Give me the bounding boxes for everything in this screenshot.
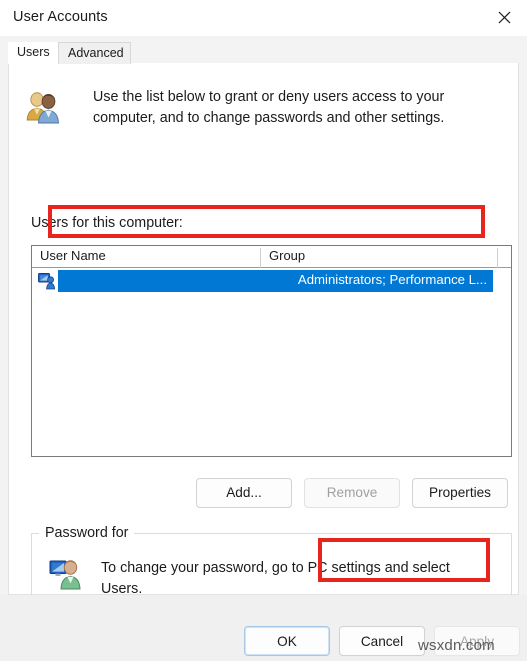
users-tab-panel: Use the list below to grant or deny user… bbox=[8, 63, 519, 645]
add-button-label: Add... bbox=[226, 485, 262, 501]
users-list-label: Users for this computer: bbox=[31, 215, 183, 231]
add-button[interactable]: Add... bbox=[196, 478, 292, 508]
tab-strip: Users Advanced bbox=[0, 36, 527, 64]
tab-users[interactable]: Users bbox=[8, 42, 58, 64]
tab-advanced[interactable]: Advanced bbox=[58, 42, 131, 64]
column-header-user-name[interactable]: User Name bbox=[32, 248, 260, 268]
users-list[interactable]: User Name Group Administrators; Performa… bbox=[31, 245, 512, 457]
column-header-group[interactable]: Group bbox=[260, 248, 497, 268]
tab-advanced-label: Advanced bbox=[68, 46, 124, 60]
properties-button[interactable]: Properties bbox=[412, 478, 508, 508]
users-group-icon bbox=[24, 90, 64, 126]
table-row[interactable]: Administrators; Performance L... bbox=[32, 269, 511, 293]
page-title: User Accounts bbox=[13, 9, 108, 25]
close-icon[interactable] bbox=[481, 0, 527, 34]
user-account-icon bbox=[38, 272, 56, 290]
user-monitor-icon bbox=[49, 557, 83, 591]
tab-users-label: Users bbox=[17, 45, 50, 59]
intro-text: Use the list below to grant or deny user… bbox=[93, 89, 445, 126]
password-instruction-text: To change your password, go to PC settin… bbox=[101, 560, 450, 597]
intro-block: Use the list below to grant or deny user… bbox=[19, 87, 499, 139]
title-bar: User Accounts bbox=[0, 0, 527, 36]
cancel-button-label: Cancel bbox=[360, 633, 404, 649]
ok-button-label: OK bbox=[277, 633, 297, 649]
row-selection-highlight: Administrators; Performance L... bbox=[58, 270, 493, 292]
watermark: wsxdn.com bbox=[418, 637, 495, 654]
remove-button: Remove bbox=[304, 478, 400, 508]
user-accounts-dialog: User Accounts Users Advanced Use the lis… bbox=[0, 0, 527, 661]
ok-button[interactable]: OK bbox=[244, 626, 330, 656]
properties-button-label: Properties bbox=[429, 485, 491, 501]
password-group-label: Password for bbox=[39, 525, 135, 541]
row-group-value: Administrators; Performance L... bbox=[297, 272, 487, 287]
cancel-button[interactable]: Cancel bbox=[339, 626, 425, 656]
column-header-spacer bbox=[497, 248, 511, 268]
remove-button-label: Remove bbox=[326, 485, 378, 501]
list-header-row: User Name Group bbox=[32, 246, 511, 268]
